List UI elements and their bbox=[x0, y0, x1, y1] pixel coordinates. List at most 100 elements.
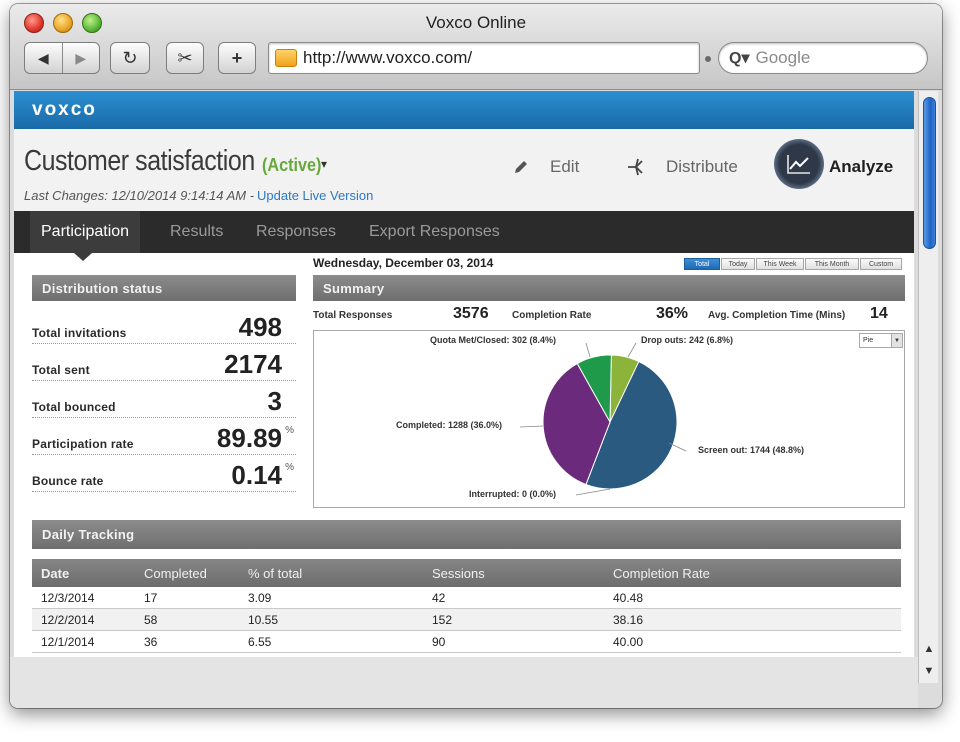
daily-tracking-table: Date Completed % of total Sessions Compl… bbox=[32, 559, 901, 653]
cell-completion-rate: 40.48 bbox=[613, 591, 644, 605]
back-button[interactable]: ◀ bbox=[25, 43, 62, 73]
range-custom-button[interactable]: Custom bbox=[860, 258, 902, 270]
table-header-row: Date Completed % of total Sessions Compl… bbox=[32, 559, 901, 587]
pie-leader-line bbox=[627, 342, 637, 358]
metric-value: 3 bbox=[267, 386, 282, 416]
page-title: Customer satisfaction bbox=[24, 145, 255, 177]
pie-leader-line bbox=[519, 425, 544, 428]
scrollbar-thumb[interactable] bbox=[923, 97, 936, 249]
column-header-completed[interactable]: Completed bbox=[144, 566, 207, 581]
metric-label: Participation rate bbox=[32, 437, 134, 451]
address-bar[interactable]: http://www.voxco.com/ bbox=[268, 42, 700, 74]
snip-button[interactable]: ✂ bbox=[166, 42, 204, 74]
cell-date: 12/2/2014 bbox=[41, 613, 95, 627]
search-icon[interactable]: Q▾ bbox=[729, 48, 749, 68]
title-bar: Voxco Online ◀ ▶ ↻ ✂ + http://www.voxco.… bbox=[10, 4, 942, 90]
reload-icon: ↻ bbox=[122, 47, 138, 68]
completion-rate-label: Completion Rate bbox=[512, 310, 592, 321]
forward-button[interactable]: ▶ bbox=[61, 43, 100, 73]
metric-value: 89.89 bbox=[216, 423, 282, 453]
browser-window: Voxco Online ◀ ▶ ↻ ✂ + http://www.voxco.… bbox=[10, 4, 942, 708]
metric-total-sent: Total sent 2174 bbox=[32, 345, 296, 381]
distribute-label: Distribute bbox=[666, 157, 738, 176]
folder-icon bbox=[275, 49, 297, 67]
vertical-scrollbar[interactable]: ▲ ▼ bbox=[918, 91, 938, 683]
table-row: 12/3/2014 17 3.09 42 40.48 bbox=[32, 587, 901, 609]
toolbar-separator bbox=[705, 56, 711, 62]
line-chart-icon bbox=[787, 155, 810, 174]
pie-leader-line bbox=[585, 342, 591, 358]
total-responses-value: 3576 bbox=[453, 305, 489, 322]
edit-label: Edit bbox=[550, 157, 580, 176]
column-header-completion-rate[interactable]: Completion Rate bbox=[613, 566, 710, 581]
update-live-version-link[interactable]: Update Live Version bbox=[257, 188, 373, 203]
table-row: 12/1/2014 36 6.55 90 40.00 bbox=[32, 631, 901, 653]
search-field[interactable]: Q▾ Google bbox=[718, 42, 928, 74]
status-badge[interactable]: (Active) bbox=[262, 155, 321, 176]
range-this-week-button[interactable]: This Week bbox=[756, 258, 804, 270]
pencil-icon bbox=[515, 161, 527, 173]
plus-icon: + bbox=[231, 47, 243, 68]
tab-export-responses[interactable]: Export Responses bbox=[358, 211, 511, 253]
chevron-down-icon[interactable]: ▾ bbox=[321, 157, 327, 171]
distribution-status-header: Distribution status bbox=[32, 275, 296, 301]
range-today-button[interactable]: Today bbox=[721, 258, 755, 270]
scroll-up-arrow[interactable]: ▲ bbox=[919, 639, 939, 659]
metric-label: Total bounced bbox=[32, 400, 116, 414]
brand-bar: voxco bbox=[14, 91, 914, 129]
new-tab-button[interactable]: + bbox=[218, 42, 256, 74]
metric-total-invitations: Total invitations 498 bbox=[32, 308, 296, 344]
cell-date: 12/3/2014 bbox=[41, 591, 95, 605]
analyze-label[interactable]: Analyze bbox=[829, 157, 893, 177]
cell-percent-total: 6.55 bbox=[248, 635, 272, 649]
analyze-button[interactable] bbox=[774, 139, 824, 189]
voxco-logo[interactable]: voxco bbox=[32, 99, 97, 121]
slice-label-quota-met: Quota Met/Closed: 302 (8.4%) bbox=[430, 335, 557, 345]
cell-sessions: 90 bbox=[432, 635, 446, 649]
cell-sessions: 152 bbox=[432, 613, 453, 627]
url-text[interactable]: http://www.voxco.com/ bbox=[303, 48, 472, 68]
metric-value: 2174 bbox=[224, 349, 282, 379]
metric-bounce-rate: Bounce rate 0.14 % bbox=[32, 456, 296, 492]
distribute-button[interactable]: Distribute bbox=[626, 157, 738, 177]
cell-completed: 36 bbox=[144, 635, 158, 649]
edit-button[interactable]: Edit bbox=[512, 157, 579, 177]
tab-responses[interactable]: Responses bbox=[245, 211, 347, 253]
summary-header: Summary bbox=[313, 275, 905, 301]
cell-completion-rate: 40.00 bbox=[613, 635, 644, 649]
tab-participation[interactable]: Participation bbox=[30, 211, 141, 253]
range-total-button[interactable]: Total bbox=[684, 258, 720, 270]
metric-value: 0.14 bbox=[231, 460, 282, 490]
reload-button[interactable]: ↻ bbox=[110, 42, 150, 74]
survey-header: Customer satisfaction (Active) ▾ Last Ch… bbox=[14, 129, 914, 211]
tab-results[interactable]: Results bbox=[159, 211, 234, 253]
page-content: voxco Customer satisfaction (Active) ▾ L… bbox=[14, 91, 914, 657]
range-selector: Total Today This Week This Month Custom bbox=[684, 258, 903, 270]
last-changes-text: Last Changes: 12/10/2014 9:14:14 AM - bbox=[24, 188, 255, 203]
scissors-icon: ✂ bbox=[177, 47, 193, 68]
summary-stats: Total Responses 3576 Completion Rate 36%… bbox=[313, 304, 904, 326]
column-header-date[interactable]: Date bbox=[41, 566, 69, 581]
slice-label-completed: Completed: 1288 (36.0%) bbox=[396, 420, 503, 430]
cell-percent-total: 3.09 bbox=[248, 591, 272, 605]
cell-completion-rate: 38.16 bbox=[613, 613, 644, 627]
column-header-percent-total[interactable]: % of total bbox=[248, 566, 302, 581]
history-buttons: ◀ ▶ bbox=[24, 42, 100, 74]
avg-completion-time-label: Avg. Completion Time (Mins) bbox=[708, 310, 846, 321]
cell-completed: 17 bbox=[144, 591, 158, 605]
metric-value: 498 bbox=[238, 312, 282, 342]
window-title: Voxco Online bbox=[425, 13, 527, 32]
completion-rate-value: 36% bbox=[656, 305, 689, 322]
tab-bar: Participation Results Responses Export R… bbox=[14, 211, 914, 253]
slice-label-drop-outs: Drop outs: 242 (6.8%) bbox=[641, 335, 734, 345]
pie-chart-panel: Pie ▼ Drop outs: 242 (6.8%) Screen out: … bbox=[313, 330, 905, 508]
range-this-month-button[interactable]: This Month bbox=[805, 258, 859, 270]
metric-label: Bounce rate bbox=[32, 474, 104, 488]
metric-unit: % bbox=[285, 462, 294, 473]
scroll-down-arrow[interactable]: ▼ bbox=[919, 661, 939, 681]
fork-icon bbox=[628, 158, 643, 176]
cell-completed: 58 bbox=[144, 613, 158, 627]
cell-percent-total: 10.55 bbox=[248, 613, 279, 627]
status-bar bbox=[10, 657, 918, 708]
column-header-sessions[interactable]: Sessions bbox=[432, 566, 485, 581]
